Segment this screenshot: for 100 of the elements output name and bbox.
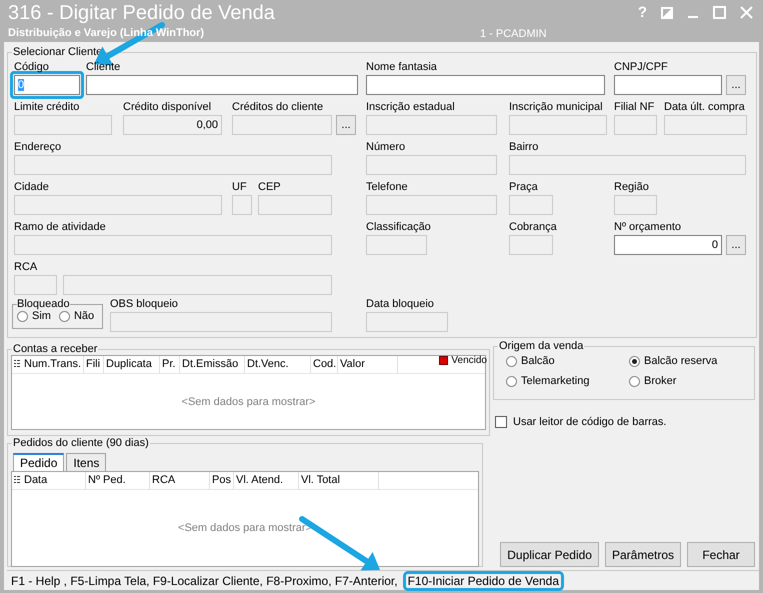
shortcut-hint: F10-Iniciar Pedido de Venda xyxy=(402,570,564,590)
field-label: Nome fantasia xyxy=(366,61,437,75)
window-title: 316 - Digitar Pedido de Venda xyxy=(8,2,275,25)
text-field[interactable] xyxy=(14,275,57,295)
column-header[interactable]: Dt.Venc. xyxy=(245,356,311,373)
tab[interactable]: Itens xyxy=(66,453,106,471)
radio-icon[interactable] xyxy=(629,356,640,366)
radio-option[interactable]: Telemarketing xyxy=(506,375,629,387)
column-header[interactable]: Vl. Atend. xyxy=(234,472,299,489)
column-header[interactable]: Duplicata xyxy=(104,356,160,373)
empty-message: <Sem dados para mostrar> xyxy=(178,522,312,534)
text-field[interactable] xyxy=(232,195,252,215)
field-label: Classificação xyxy=(366,221,431,235)
tab[interactable]: Pedido xyxy=(13,453,64,471)
text-field[interactable] xyxy=(366,75,605,95)
text-field[interactable] xyxy=(509,195,553,215)
field-label: CNPJ/CPF xyxy=(614,61,668,75)
action-button[interactable]: Duplicar Pedido xyxy=(500,542,599,567)
field-label: Inscrição estadual xyxy=(366,101,455,115)
text-field[interactable] xyxy=(664,115,747,135)
close-icon[interactable] xyxy=(740,6,753,19)
column-header[interactable]: Nº Ped. xyxy=(86,472,150,489)
field-label: Cobrança xyxy=(509,221,557,235)
text-field[interactable]: 0,00 xyxy=(123,115,222,135)
shortcut-hint: F1 - Help , F5-Limpa Tela, F9-Localizar Cliente, F8-Proximo, F7-Anterior, xyxy=(10,574,399,588)
text-field[interactable] xyxy=(14,195,222,215)
radio-icon[interactable] xyxy=(17,310,28,322)
user-label: 1 - PCADMIN xyxy=(480,28,547,40)
checkbox-option[interactable]: Usar leitor de código de barras. xyxy=(495,416,755,428)
field-label: Código xyxy=(14,61,49,75)
field-label: Nº orçamento xyxy=(614,221,681,235)
column-header[interactable]: Cod. xyxy=(311,356,338,373)
text-field[interactable] xyxy=(14,115,112,135)
browse-button[interactable]: ... xyxy=(726,75,746,95)
field-label: Cliente xyxy=(86,61,120,75)
text-field[interactable] xyxy=(14,155,332,175)
text-field[interactable] xyxy=(366,312,448,332)
restore-icon[interactable] xyxy=(661,6,673,18)
field-label: Número xyxy=(366,141,406,155)
text-field[interactable] xyxy=(14,235,332,255)
radio-option[interactable]: Balcão reserva xyxy=(629,355,754,367)
column-header[interactable]: Fili xyxy=(84,356,104,373)
field-label: Praça xyxy=(509,181,538,195)
panel-title: Origem da venda xyxy=(498,340,584,352)
panel-title: Contas a receber xyxy=(12,343,98,355)
text-field[interactable] xyxy=(614,75,722,95)
text-field[interactable] xyxy=(86,75,358,95)
maximize-icon[interactable] xyxy=(713,6,726,19)
radio-icon[interactable] xyxy=(58,310,70,322)
field-label: Data bloqueio xyxy=(366,298,434,312)
field-label: RCA xyxy=(14,261,38,275)
empty-message: <Sem dados para mostrar> xyxy=(182,396,316,408)
field-label: Endereço xyxy=(14,141,62,155)
column-header[interactable]: Pos xyxy=(210,472,234,489)
column-header[interactable]: Dt.Emissão xyxy=(180,356,245,373)
field-label: CEP xyxy=(258,181,281,195)
text-field[interactable] xyxy=(614,115,657,135)
column-header[interactable]: Num.Trans. xyxy=(22,356,84,373)
field-label: Telefone xyxy=(366,181,408,195)
text-field[interactable] xyxy=(366,195,497,215)
radio-option[interactable]: Sim xyxy=(17,310,51,322)
radio-option[interactable]: Balcão xyxy=(506,355,629,367)
text-field[interactable]: 0 xyxy=(614,235,722,255)
field-label: Inscrição municipal xyxy=(509,101,603,115)
field-label: Crédito disponível xyxy=(123,101,212,115)
checkbox[interactable] xyxy=(495,416,507,428)
overdue-swatch xyxy=(439,356,448,365)
text-field[interactable] xyxy=(366,235,427,255)
field-label: Bairro xyxy=(509,141,538,155)
radio-icon[interactable] xyxy=(629,376,640,386)
action-button[interactable]: Fechar xyxy=(687,542,755,567)
field-label: Limite crédito xyxy=(14,101,80,115)
radio-option[interactable]: Broker xyxy=(629,375,754,387)
text-field[interactable] xyxy=(366,155,497,175)
text-field[interactable] xyxy=(509,155,746,175)
text-field[interactable] xyxy=(258,195,332,215)
radio-option[interactable]: Não xyxy=(58,310,94,322)
radio-icon[interactable] xyxy=(506,356,517,366)
column-header[interactable]: Valor xyxy=(338,356,398,373)
text-field[interactable] xyxy=(63,275,332,295)
text-field[interactable] xyxy=(509,235,553,255)
field-label: Cidade xyxy=(14,181,49,195)
column-header[interactable]: Vl. Total xyxy=(299,472,379,489)
text-field[interactable] xyxy=(110,312,332,332)
field-label: Região xyxy=(614,181,649,195)
action-button[interactable]: Parâmetros xyxy=(604,542,681,567)
field-label: Filial NF xyxy=(614,101,654,115)
text-field[interactable] xyxy=(366,115,497,135)
field-label: Data últ. compra xyxy=(664,101,745,115)
column-header[interactable]: Data xyxy=(22,472,86,489)
field-label: UF xyxy=(232,181,247,195)
column-header[interactable]: Pr. xyxy=(160,356,180,373)
text-field[interactable] xyxy=(614,195,657,215)
text-field[interactable] xyxy=(232,115,332,135)
column-header[interactable]: RCA xyxy=(150,472,210,489)
browse-button[interactable]: ... xyxy=(336,115,356,135)
browse-button[interactable]: ... xyxy=(726,235,746,255)
text-field[interactable] xyxy=(509,115,607,135)
group-title: Bloqueado xyxy=(17,298,70,310)
radio-icon[interactable] xyxy=(506,376,517,386)
